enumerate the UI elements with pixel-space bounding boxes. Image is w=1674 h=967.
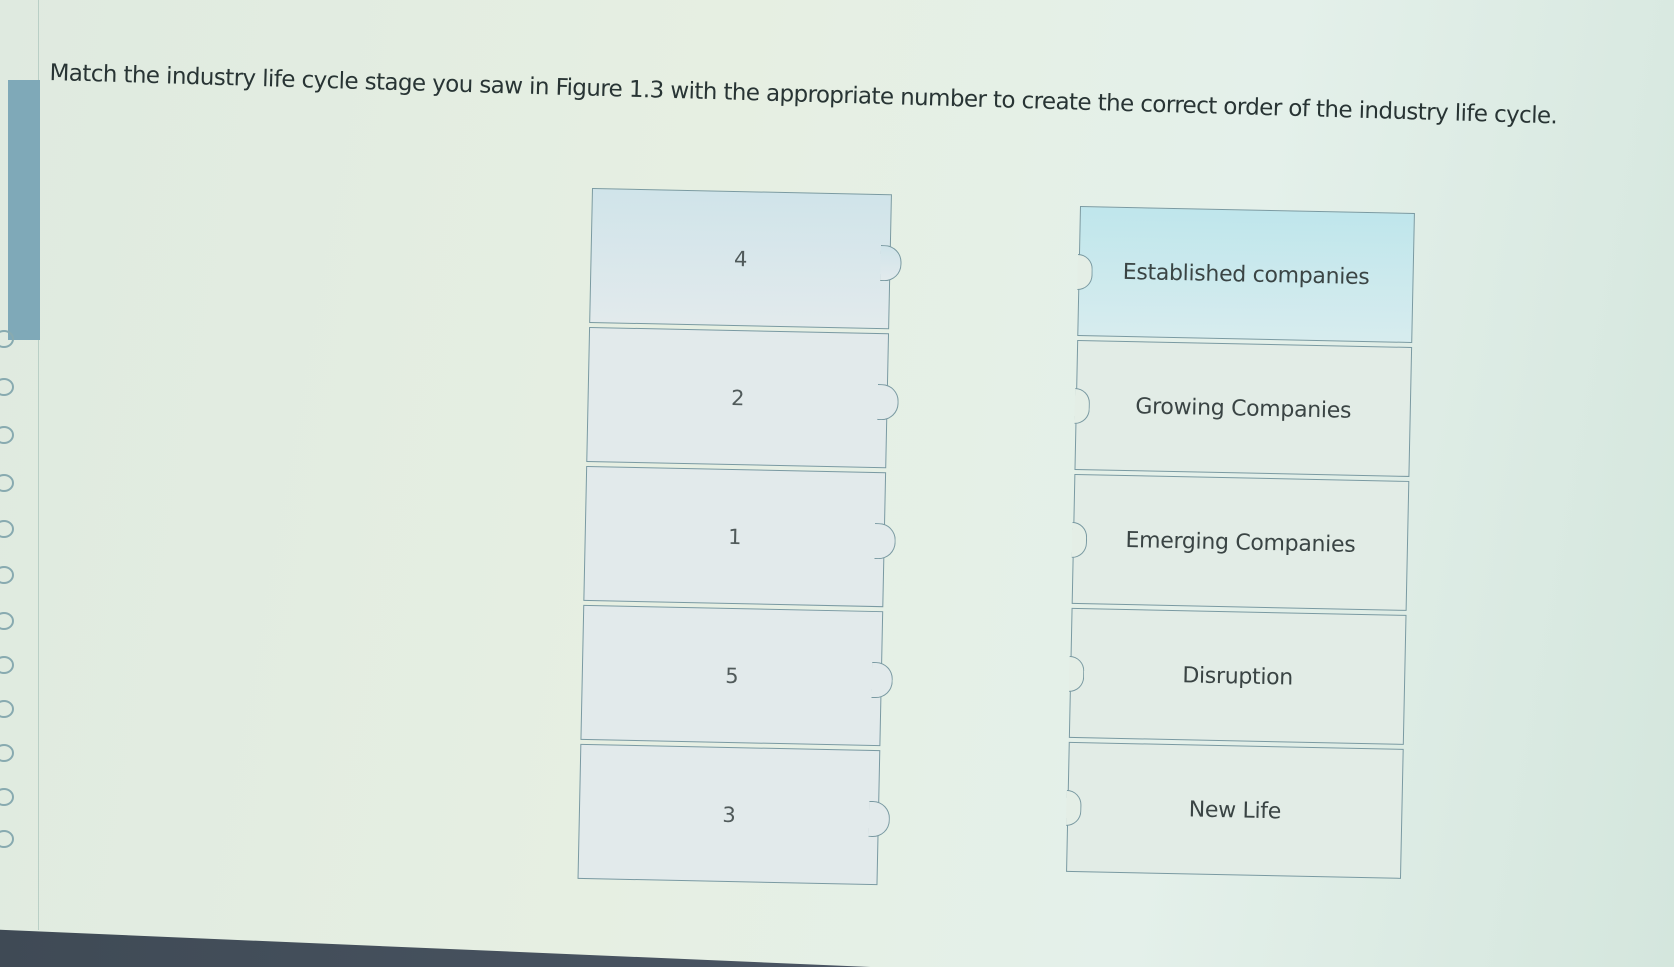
stage-tile[interactable]: New Life <box>1066 741 1404 879</box>
question-nav-item[interactable] <box>0 520 14 538</box>
stage-tile[interactable]: Emerging Companies <box>1071 473 1410 611</box>
number-tile[interactable]: 3 <box>577 743 891 886</box>
question-nav-item[interactable] <box>0 426 14 444</box>
number-label: 5 <box>725 663 739 688</box>
question-nav-item[interactable] <box>0 566 14 584</box>
connector-tab <box>874 522 897 559</box>
connector-tab <box>868 800 891 837</box>
stage-label: Established companies <box>1122 259 1370 290</box>
question-nav-item[interactable] <box>0 830 14 848</box>
question-prompt: Match the industry life cycle stage you … <box>49 60 1558 130</box>
stage-label: Emerging Companies <box>1125 527 1356 558</box>
connector-tab <box>871 661 894 698</box>
connector-slot <box>1071 521 1088 559</box>
connector-slot <box>1074 387 1091 425</box>
stage-tile[interactable]: Established companies <box>1077 206 1415 343</box>
number-label: 2 <box>730 385 745 410</box>
stage-label: New Life <box>1188 796 1282 824</box>
number-label: 4 <box>733 246 748 271</box>
question-nav-item[interactable] <box>0 612 14 630</box>
question-navigation-rail <box>0 0 40 930</box>
connector-tab <box>880 244 902 281</box>
number-tile[interactable]: 1 <box>583 465 897 608</box>
question-nav-item[interactable] <box>0 744 14 762</box>
stage-label: Disruption <box>1182 662 1294 691</box>
question-nav-item[interactable] <box>0 700 14 718</box>
question-nav-item[interactable] <box>0 378 14 396</box>
stage-column: Established companies Growing Companies … <box>1066 206 1415 883</box>
screen-bezel <box>0 929 871 967</box>
number-tile[interactable]: 5 <box>580 604 894 747</box>
stage-tile[interactable]: Growing Companies <box>1074 339 1413 477</box>
question-nav-item[interactable] <box>0 330 14 348</box>
connector-tab <box>877 383 899 420</box>
number-label: 3 <box>722 802 736 827</box>
connector-slot <box>1068 655 1085 693</box>
stage-tile[interactable]: Disruption <box>1068 607 1407 745</box>
number-column: 4 2 1 5 3 <box>577 188 902 889</box>
progress-bar <box>8 80 40 340</box>
question-nav-item[interactable] <box>0 474 14 492</box>
stage-label: Growing Companies <box>1135 393 1352 424</box>
number-label: 1 <box>727 524 742 549</box>
connector-slot <box>1066 789 1082 827</box>
question-nav-item[interactable] <box>0 656 14 674</box>
number-tile[interactable]: 4 <box>589 188 902 330</box>
connector-slot <box>1077 253 1093 291</box>
question-nav-item[interactable] <box>0 788 14 806</box>
number-tile[interactable]: 2 <box>586 326 899 469</box>
